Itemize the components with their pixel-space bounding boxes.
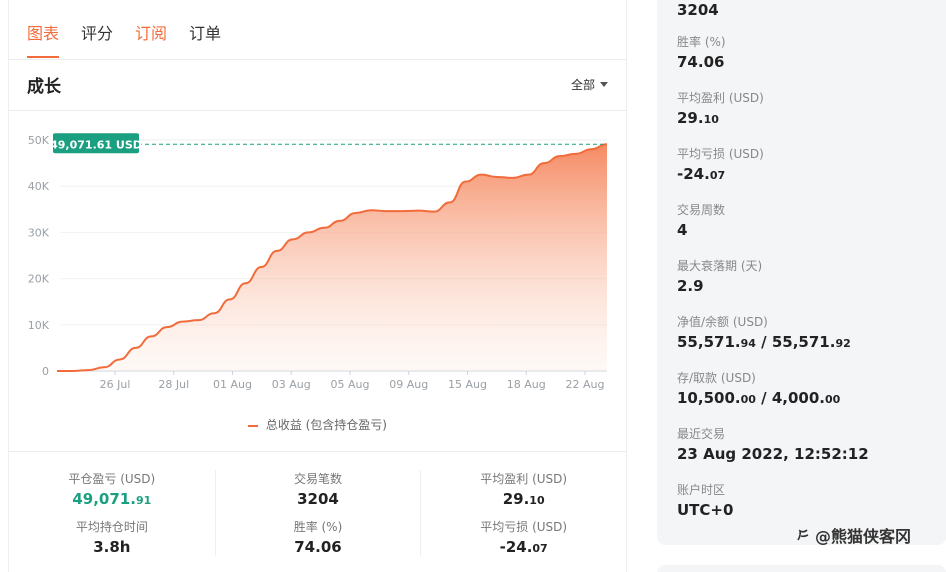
tab-chart[interactable]: 图表 <box>27 20 60 58</box>
stat-value: 29.10 <box>677 109 719 127</box>
y-tick-label: 10K <box>28 319 50 332</box>
stat-closed-pnl: 平仓盈亏 (USD) 49,071.91 <box>68 470 155 508</box>
stat-label: 平均持仓时间 <box>75 520 148 534</box>
chart-legend: 总收益 (包含持仓盈亏) <box>9 416 626 433</box>
x-tick-label: 03 Aug <box>272 378 311 391</box>
legend-label: 总收益 (包含持仓盈亏) <box>265 418 387 432</box>
x-tick-label: 26 Jul <box>100 378 131 391</box>
stat-value: 74.06 <box>294 538 342 556</box>
stat-label: 平均亏损 (USD) <box>677 147 764 161</box>
stat-label: 交易周数 <box>677 203 726 217</box>
stats-column-2: 交易笔数 3204 胜率 (%) 74.06 <box>214 470 421 556</box>
stat-equity-balance: 净值/余额 (USD) 55,571.94 / 55,571.92 <box>677 311 869 367</box>
stat-value: 23 Aug 2022, 12:52:12 <box>677 445 869 463</box>
watermark: @熊猫侠客冈 <box>795 523 911 547</box>
stat-avg-profit: 平均盈利 (USD) 29.10 <box>677 87 869 143</box>
stat-value: 3.8h <box>93 538 131 556</box>
tabs-divider <box>9 59 626 60</box>
growth-chart[interactable]: 0 10K 20K 30K 40K 50K 26 Jul 28 Jul 01 Aug 03 Aug… <box>9 110 627 410</box>
stat-value: 10,500.00 / 4,000.00 <box>677 389 841 407</box>
stat-label: 平均盈利 (USD) <box>677 91 764 105</box>
stat-value: -24.07 <box>499 538 548 556</box>
secondary-card <box>657 565 946 572</box>
x-tick-label: 22 Aug <box>566 378 605 391</box>
chart-header: 成长 全部 <box>27 72 608 97</box>
stat-label: 存/取款 (USD) <box>677 371 756 385</box>
stat-label: 交易笔数 <box>293 472 342 486</box>
y-tick-label: 50K <box>28 134 50 147</box>
x-tick-label: 15 Aug <box>448 378 487 391</box>
y-tick-label: 20K <box>28 273 50 286</box>
stat-label: 净值/余额 (USD) <box>677 315 768 329</box>
stat-label: 胜率 (%) <box>677 35 726 49</box>
tab-subscribe[interactable]: 订阅 <box>135 20 167 58</box>
stat-trade-count: 交易笔数 3204 <box>294 470 342 508</box>
tab-bar: 图表 评分 订阅 订单 <box>27 20 221 58</box>
stat-label: 胜率 (%) <box>293 520 343 534</box>
stats-divider <box>9 451 626 452</box>
x-tick-label: 28 Jul <box>158 378 189 391</box>
stat-value: 55,571.94 / 55,571.92 <box>677 333 851 351</box>
x-tick-label: 18 Aug <box>507 378 546 391</box>
y-tick-label: 0 <box>42 365 49 378</box>
stat-max-drawdown-days: 最大衰落期 (天) 2.9 <box>677 255 869 311</box>
tab-orders[interactable]: 订单 <box>189 20 221 58</box>
zhihu-logo-icon <box>797 529 809 541</box>
stat-value: UTC+0 <box>677 501 734 519</box>
x-tick-label: 09 Aug <box>389 378 428 391</box>
strategy-panel: 图表 评分 订阅 订单 成长 全部 0 10K 20K 30K 40K 50K 26 Jul… <box>8 0 627 572</box>
y-tick-label: 30K <box>28 226 50 239</box>
stat-win-rate: 胜率 (%) 74.06 <box>294 518 343 556</box>
stats-grid: 平仓盈亏 (USD) 49,071.91 平均持仓时间 3.8h 交易笔数 32… <box>9 470 626 556</box>
watermark-text: @熊猫侠客冈 <box>815 527 912 546</box>
stat-label: 平均盈利 (USD) <box>480 472 568 486</box>
caret-down-icon <box>600 82 608 87</box>
stat-label: 平均亏损 (USD) <box>480 520 568 534</box>
current-value-label: 49,071.61 USD <box>50 138 142 151</box>
stat-value: 29.10 <box>502 490 545 508</box>
stat-last-trade: 最近交易 23 Aug 2022, 12:52:12 <box>677 423 869 479</box>
stat-avg-profit: 平均盈利 (USD) 29.10 <box>480 470 567 508</box>
stat-avg-hold-time: 平均持仓时间 3.8h <box>76 518 148 556</box>
range-dropdown-label: 全部 <box>570 78 595 92</box>
stat-deposit-withdrawal: 存/取款 (USD) 10,500.00 / 4,000.00 <box>677 367 869 423</box>
stat-label: 账户时区 <box>677 483 726 497</box>
account-stats-list: 3204 胜率 (%) 74.06 平均盈利 (USD) 29.10 平均亏损 … <box>677 0 869 535</box>
tab-rating[interactable]: 评分 <box>81 20 113 58</box>
trade-count-value: 3204 <box>677 1 719 19</box>
stat-avg-loss: 平均亏损 (USD) -24.07 <box>677 143 869 199</box>
legend-swatch <box>247 424 258 427</box>
stats-column-1: 平仓盈亏 (USD) 49,071.91 平均持仓时间 3.8h <box>9 470 215 556</box>
chart-title: 成长 <box>27 77 61 97</box>
stats-column-3: 平均盈利 (USD) 29.10 平均亏损 (USD) -24.07 <box>420 470 626 556</box>
stat-label: 最大衰落期 (天) <box>677 259 763 273</box>
stat-trading-weeks: 交易周数 4 <box>677 199 869 255</box>
stat-avg-loss: 平均亏损 (USD) -24.07 <box>480 518 567 556</box>
stat-win-rate: 胜率 (%) 74.06 <box>677 31 869 87</box>
series-area <box>57 144 607 371</box>
account-stats-card: 3204 胜率 (%) 74.06 平均盈利 (USD) 29.10 平均亏损 … <box>657 0 946 545</box>
x-tick-label: 05 Aug <box>331 378 370 391</box>
stat-value: -24.07 <box>677 165 726 183</box>
x-tick-label: 01 Aug <box>213 378 252 391</box>
y-tick-label: 40K <box>28 180 50 193</box>
stat-value: 2.9 <box>677 277 704 295</box>
range-dropdown[interactable]: 全部 <box>571 76 608 93</box>
stat-value: 3204 <box>297 490 339 508</box>
stat-value: 49,071.91 <box>72 490 152 508</box>
stat-label: 平仓盈亏 (USD) <box>68 472 156 486</box>
stat-label: 最近交易 <box>677 427 726 441</box>
stat-value: 74.06 <box>677 53 725 71</box>
stat-value: 4 <box>677 221 688 239</box>
